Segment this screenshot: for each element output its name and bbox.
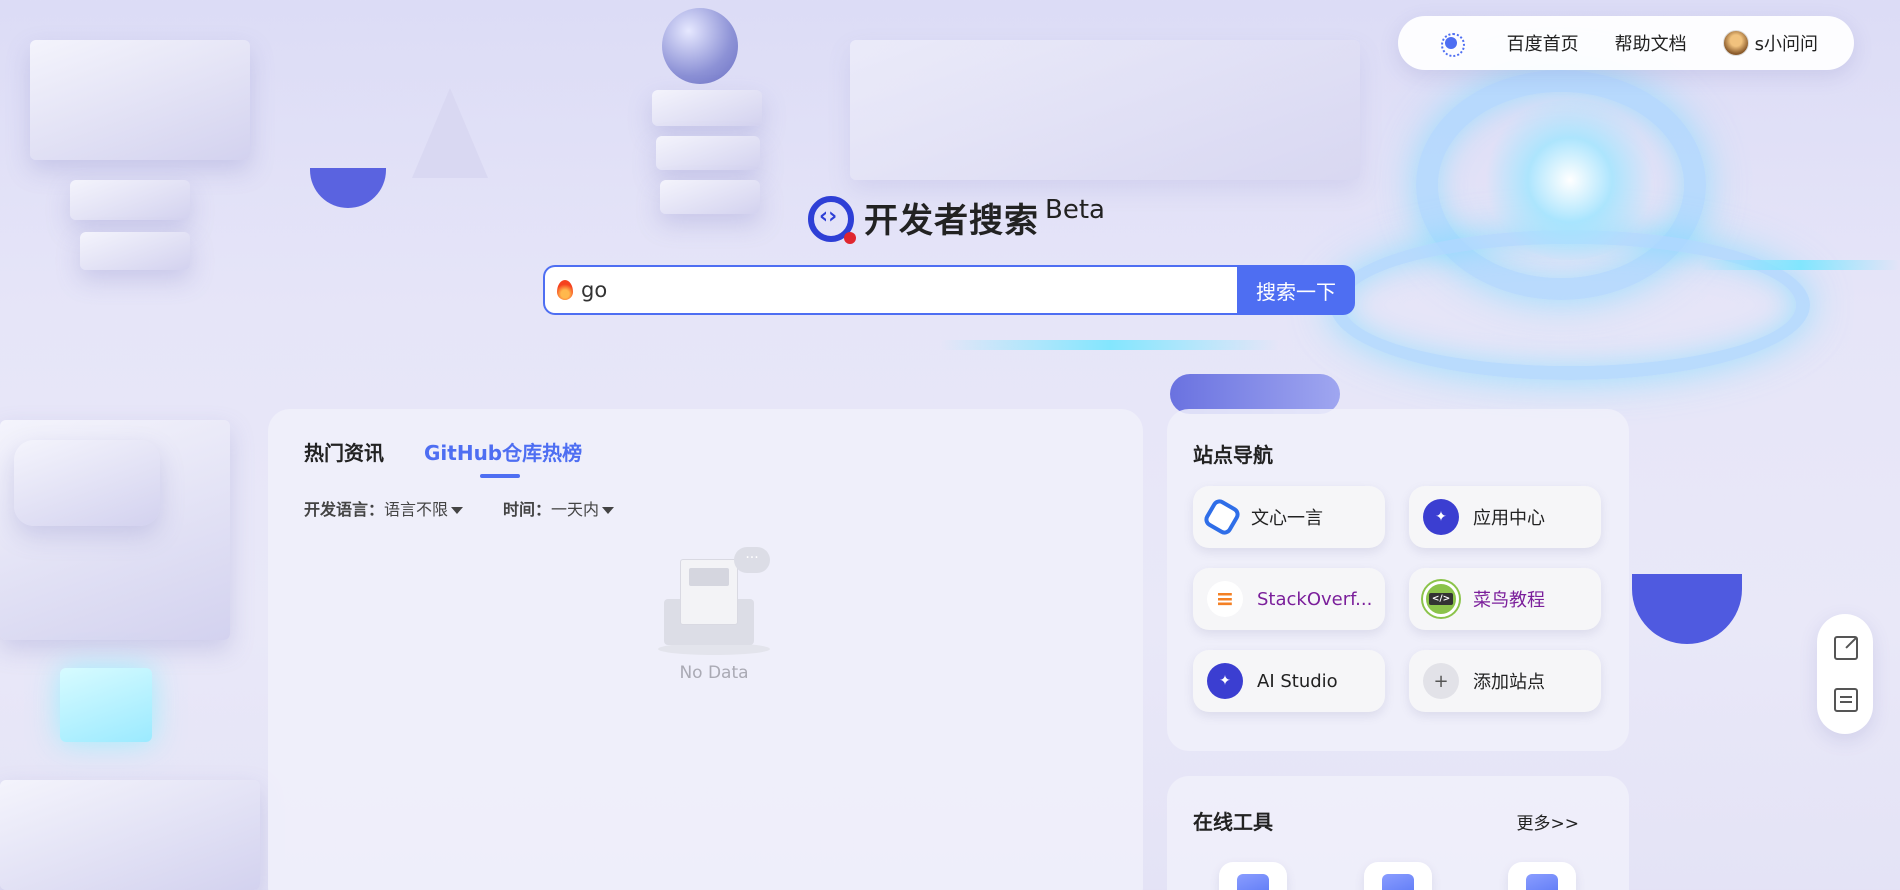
online-tools-panel: 在线工具 更多>>: [1167, 776, 1629, 890]
bg-block: [850, 40, 1360, 180]
site-link-stackoverflow[interactable]: ≡ StackOverf...: [1193, 568, 1385, 630]
bg-capsule: [1170, 374, 1340, 414]
feed-tabs: 热门资讯 GitHub仓库热榜: [304, 437, 622, 478]
logo-name: 开发者搜索: [864, 201, 1039, 241]
site-label: 应用中心: [1473, 508, 1545, 529]
site-label: 菜鸟教程: [1473, 590, 1545, 611]
bg-cone: [412, 88, 488, 178]
username: s小问问: [1754, 34, 1818, 55]
plus-icon: +: [1423, 663, 1459, 699]
bg-block: [70, 180, 190, 220]
empty-state: ··· No Data: [644, 547, 784, 683]
tab-github-trending[interactable]: GitHub仓库热榜: [424, 437, 583, 478]
bg-block: [30, 40, 250, 160]
baidu-home-link[interactable]: 百度首页: [1507, 30, 1579, 56]
beta-badge: Beta: [1045, 195, 1105, 225]
ai-studio-icon: ✦: [1207, 663, 1243, 699]
site-link-runoob[interactable]: </> 菜鸟教程: [1409, 568, 1601, 630]
online-tools-title: 在线工具: [1193, 810, 1273, 834]
caret-down-icon: [602, 507, 615, 514]
tab-label: 热门资讯: [304, 441, 384, 465]
bg-bowl: [310, 168, 386, 208]
bg-neon: [940, 340, 1280, 350]
bg-sphere: [662, 8, 738, 84]
tool-tile[interactable]: [1508, 862, 1576, 890]
filter-value: 一天内: [551, 500, 600, 519]
help-docs-link[interactable]: 帮助文档: [1615, 30, 1687, 56]
sun-icon[interactable]: [1440, 32, 1465, 57]
bg-block: [0, 780, 260, 890]
bg-bowl: [1632, 574, 1742, 644]
floating-toolbar: [1817, 614, 1873, 734]
message-icon[interactable]: [1834, 688, 1858, 712]
site-label: 添加站点: [1473, 672, 1545, 693]
wenxin-icon: [1201, 496, 1243, 538]
user-menu[interactable]: s小问问: [1722, 30, 1818, 56]
site-label: 文心一言: [1251, 508, 1323, 529]
tool-tile[interactable]: [1364, 862, 1432, 890]
app-center-icon: ✦: [1423, 499, 1459, 535]
tab-hot-news[interactable]: 热门资讯: [304, 437, 384, 466]
site-label: AI Studio: [1257, 670, 1338, 692]
search-input[interactable]: [581, 278, 1237, 302]
bg-block: [652, 90, 762, 126]
more-tools-link[interactable]: 更多>>: [1517, 809, 1580, 834]
search-field: [543, 265, 1237, 315]
fire-icon: [557, 280, 573, 300]
bg-block: [660, 180, 760, 214]
filter-label: 时间：: [503, 500, 552, 519]
avatar: [1722, 30, 1749, 56]
top-nav: 百度首页 帮助文档 s小问问: [1398, 16, 1854, 70]
bg-block: [14, 440, 160, 526]
search-button[interactable]: 搜索一下: [1237, 265, 1355, 315]
site-logo: 开发者搜索 Beta: [808, 196, 1105, 246]
feed-filters: 开发语言：语言不限 时间：一天内: [304, 496, 654, 520]
runoob-icon: </>: [1423, 581, 1459, 617]
caret-down-icon: [451, 507, 464, 514]
site-nav-title: 站点导航: [1193, 443, 1273, 467]
bg-block: [656, 136, 760, 170]
site-link-wenxin[interactable]: 文心一言: [1193, 486, 1385, 548]
filter-label: 开发语言：: [304, 500, 385, 519]
bg-glow-cube: [60, 668, 152, 742]
site-link-app-center[interactable]: ✦ 应用中心: [1409, 486, 1601, 548]
tab-label: GitHub仓库热榜: [424, 441, 583, 465]
add-site-button[interactable]: + 添加站点: [1409, 650, 1601, 712]
search-bar: 搜索一下: [543, 265, 1355, 315]
stackoverflow-icon: ≡: [1207, 581, 1243, 617]
active-tab-indicator: [480, 474, 520, 478]
empty-text: No Data: [679, 663, 749, 683]
tool-tile[interactable]: [1219, 862, 1287, 890]
feed-panel: 热门资讯 GitHub仓库热榜 开发语言：语言不限 时间：一天内 ··· No …: [268, 409, 1143, 890]
logo-mark-icon: [808, 196, 856, 244]
bg-block: [80, 232, 190, 270]
site-label: StackOverf...: [1257, 588, 1373, 610]
filter-value: 语言不限: [384, 500, 449, 519]
site-nav-panel: 站点导航 文心一言 ✦ 应用中心 ≡ StackOverf... </> 菜鸟教…: [1167, 409, 1629, 751]
empty-inbox-icon: ···: [658, 547, 770, 657]
site-link-ai-studio[interactable]: ✦ AI Studio: [1193, 650, 1385, 712]
edit-feedback-icon[interactable]: [1834, 636, 1858, 660]
language-filter[interactable]: 开发语言：语言不限: [304, 496, 464, 520]
bg-glow: [1480, 100, 1660, 260]
bg-neon: [1700, 260, 1900, 270]
time-filter[interactable]: 时间：一天内: [503, 496, 615, 520]
